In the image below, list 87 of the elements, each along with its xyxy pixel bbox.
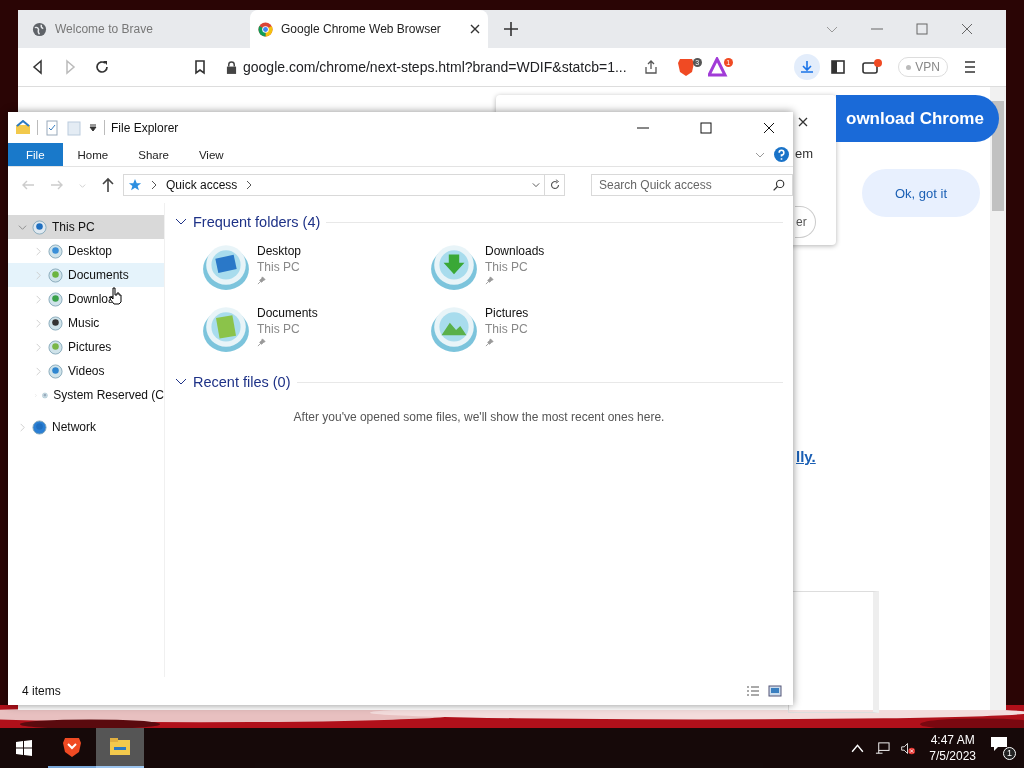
folder-icon xyxy=(201,242,251,292)
drive-icon xyxy=(48,363,63,379)
nav-item[interactable]: Pictures xyxy=(8,335,164,359)
globe-icon xyxy=(32,419,47,435)
folder-location: This PC xyxy=(257,322,301,336)
windows-logo-icon[interactable] xyxy=(16,740,32,756)
nav-item[interactable]: Network xyxy=(8,415,164,439)
folder-name: Documents xyxy=(257,306,318,320)
folder-location: This PC xyxy=(485,260,529,274)
nav-item[interactable]: This PC xyxy=(8,215,164,239)
nav-item[interactable]: Documents xyxy=(8,263,164,287)
chevron-down-icon[interactable] xyxy=(532,180,540,190)
folder-location: This PC xyxy=(257,260,301,274)
folder-icon xyxy=(201,304,251,354)
globe-icon xyxy=(32,21,47,37)
help-icon[interactable] xyxy=(774,147,789,162)
sidebar-icon[interactable] xyxy=(830,59,847,75)
ribbon-tab[interactable]: File xyxy=(8,143,63,166)
volume-muted-icon[interactable] xyxy=(900,740,916,756)
clock[interactable]: 4:47 AM 7/5/2023 xyxy=(929,732,976,764)
folder-icon[interactable] xyxy=(15,119,31,136)
dropdown-icon[interactable] xyxy=(88,122,98,133)
close-icon[interactable] xyxy=(763,121,775,134)
scrollbar[interactable] xyxy=(990,87,1006,710)
ribbon-tab[interactable]: Home xyxy=(62,143,124,166)
large-icons-view-icon[interactable] xyxy=(767,685,783,697)
address-bar[interactable]: Quick access xyxy=(123,174,545,196)
network-icon[interactable] xyxy=(875,740,891,756)
chevron-right-icon xyxy=(150,180,158,190)
triangle-icon[interactable] xyxy=(707,57,730,77)
folder-tile[interactable]: Pictures This PC xyxy=(429,304,657,354)
folder-icon xyxy=(429,242,479,292)
folder-location: This PC xyxy=(485,322,529,336)
nav-item[interactable]: Music xyxy=(8,311,164,335)
up-icon[interactable] xyxy=(100,177,116,193)
chevron-right-icon xyxy=(245,180,254,190)
nav-item[interactable]: Desktop xyxy=(8,239,164,263)
link[interactable]: lly. xyxy=(796,448,816,465)
close-tab-icon[interactable] xyxy=(470,24,480,34)
download-chrome-button[interactable]: ownload Chrome xyxy=(836,95,999,142)
browser-tab[interactable]: Welcome to Brave xyxy=(24,10,250,48)
refresh-button[interactable] xyxy=(545,174,565,196)
folder-tile[interactable]: Downloads This PC xyxy=(429,242,657,292)
section-header[interactable]: Recent files (0) xyxy=(175,372,783,392)
bookmark-icon[interactable] xyxy=(192,59,208,75)
new-tab-icon[interactable] xyxy=(504,22,518,36)
taskbar-app[interactable] xyxy=(96,728,144,768)
share-icon[interactable] xyxy=(642,59,659,75)
lion-shield-icon xyxy=(61,736,83,758)
chat-icon xyxy=(990,736,1008,752)
ribbon-tab[interactable]: View xyxy=(183,143,239,166)
drive-icon xyxy=(48,339,63,355)
drive-icon xyxy=(32,219,47,235)
nav-item[interactable]: Videos xyxy=(8,359,164,383)
popup-text: em xyxy=(795,146,814,161)
search-icon xyxy=(772,179,785,192)
folder-tile[interactable]: Desktop This PC xyxy=(201,242,429,292)
nav-item[interactable]: System Reserved (C xyxy=(8,383,164,407)
drive-icon xyxy=(48,315,63,331)
folder-icon xyxy=(109,736,131,758)
folder-tile[interactable]: Documents This PC xyxy=(201,304,429,354)
empty-message: After you've opened some files, we'll show the most recent ones here. xyxy=(292,410,666,424)
section-header[interactable]: Frequent folders (4) xyxy=(175,212,783,232)
close-icon[interactable] xyxy=(798,117,808,127)
window-title: File Explorer xyxy=(111,120,179,135)
wallet-icon[interactable] xyxy=(862,59,883,75)
drive-icon xyxy=(48,267,63,283)
folder-name: Desktop xyxy=(257,244,302,258)
lock-icon[interactable] xyxy=(226,60,237,74)
download-icon xyxy=(799,59,816,75)
folder-name: Pictures xyxy=(485,306,529,320)
drive-icon xyxy=(48,243,63,259)
folder-icon xyxy=(429,304,479,354)
reload-icon[interactable] xyxy=(94,59,110,75)
drive-icon xyxy=(48,291,63,307)
menu-icon[interactable] xyxy=(962,59,978,75)
ribbon-tab[interactable]: Share xyxy=(123,143,184,166)
star-icon xyxy=(128,178,142,192)
ok-button[interactable]: Ok, got it xyxy=(862,169,980,217)
download-button[interactable] xyxy=(794,54,821,80)
chrome-logo-icon xyxy=(258,21,273,37)
browser-tab[interactable]: Google Chrome Web Browser xyxy=(250,10,488,48)
maximize-icon[interactable] xyxy=(700,121,712,134)
folder-name: Downloads xyxy=(485,244,545,258)
item-count: 4 items xyxy=(22,684,61,698)
search-field[interactable]: Search Quick access xyxy=(591,174,793,196)
notifications-button[interactable]: 1 xyxy=(990,736,1014,760)
